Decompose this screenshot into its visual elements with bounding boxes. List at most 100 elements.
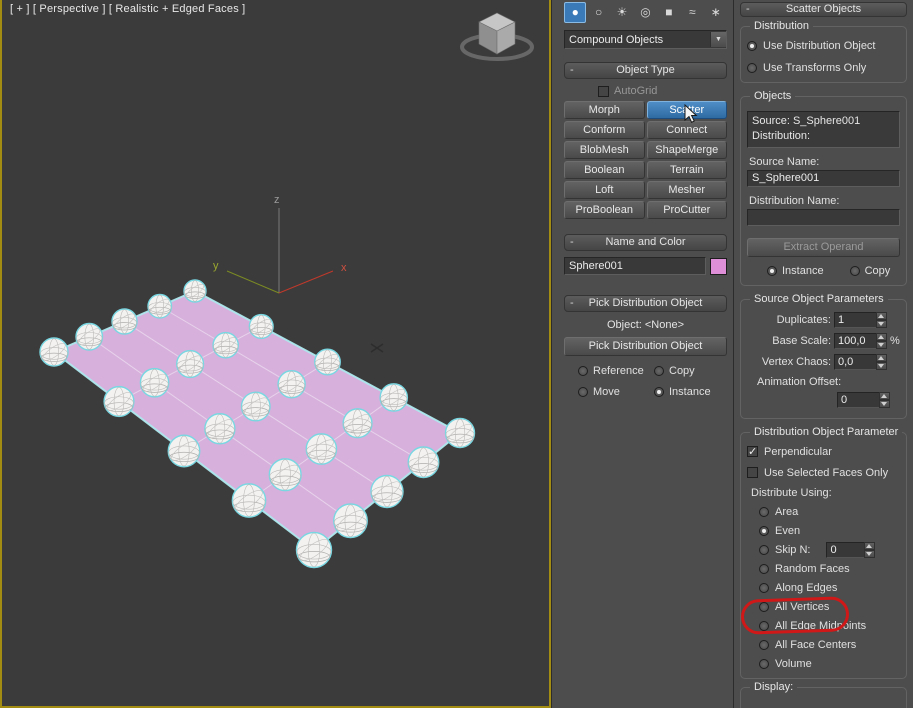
spinner-arrows-icon[interactable] <box>876 333 887 349</box>
geometry-icon[interactable]: ● <box>564 1 587 23</box>
radio-icon[interactable] <box>654 366 664 376</box>
scatter-sphere[interactable] <box>147 293 173 319</box>
animation-offset-spinner[interactable]: 0 <box>837 392 890 408</box>
autogrid-row[interactable]: AutoGrid <box>598 84 727 98</box>
scatter-sphere[interactable] <box>444 417 476 449</box>
scatter-sphere[interactable] <box>314 348 341 376</box>
radio-icon[interactable] <box>759 525 769 536</box>
mesher-button[interactable]: Mesher <box>646 181 727 199</box>
viewport-label[interactable]: [ + ] [ Perspective ] [ Realistic + Edge… <box>10 3 245 15</box>
scatter-sphere[interactable] <box>204 413 236 445</box>
helpers-icon[interactable]: ■ <box>658 2 680 23</box>
radio-icon[interactable] <box>654 387 664 397</box>
scatter-sphere[interactable] <box>248 313 274 340</box>
move-option[interactable]: Move <box>578 386 654 398</box>
scatter-sphere[interactable] <box>139 367 170 398</box>
scatter-sphere[interactable] <box>176 349 205 379</box>
radio-icon[interactable] <box>759 582 769 593</box>
blobmesh-button[interactable]: BlobMesh <box>564 141 645 159</box>
extract-operand-button[interactable]: Extract Operand <box>747 238 900 257</box>
chevron-down-icon[interactable]: ▼ <box>710 32 726 47</box>
scatter-sphere[interactable] <box>277 370 306 399</box>
scatter-objects-rollout-header[interactable]: - Scatter Objects <box>740 2 907 17</box>
scatter-sphere[interactable] <box>39 337 69 367</box>
spinner-arrows-icon[interactable] <box>864 541 876 558</box>
base-scale-value[interactable]: 100,0 <box>834 333 876 349</box>
object-category-dropdown[interactable]: Compound Objects ▼ <box>564 30 727 49</box>
scatter-scene[interactable] <box>39 279 476 569</box>
scatter-sphere[interactable] <box>295 531 333 569</box>
duplicates-value[interactable]: 1 <box>834 312 876 328</box>
object-type-rollout-header[interactable]: - Object Type <box>564 62 727 79</box>
autogrid-checkbox[interactable] <box>598 85 609 97</box>
scatter-sphere[interactable] <box>75 322 104 351</box>
operands-list[interactable]: Source: S_Sphere001 Distribution: <box>747 111 900 148</box>
scatter-sphere[interactable] <box>342 408 373 439</box>
systems-icon[interactable]: ∗ <box>705 2 727 23</box>
instance-option[interactable]: Instance <box>767 265 824 277</box>
distribute-option-random-faces[interactable]: Random Faces <box>759 562 900 575</box>
distribute-option-along-edges[interactable]: Along Edges <box>759 581 900 594</box>
reference-option[interactable]: Reference <box>578 365 654 377</box>
scatter-sphere[interactable] <box>183 279 207 303</box>
copy-option[interactable]: Copy <box>849 265 890 277</box>
scatter-sphere[interactable] <box>333 503 368 539</box>
viewcube[interactable] <box>460 12 534 61</box>
radio-icon[interactable] <box>767 266 777 276</box>
radio-icon[interactable] <box>578 366 588 376</box>
checkbox-icon[interactable] <box>747 467 758 478</box>
instance-option[interactable]: Instance <box>654 386 727 398</box>
distribute-option-area[interactable]: Area <box>759 505 900 518</box>
scatter-sphere[interactable] <box>379 383 409 412</box>
boolean-button[interactable]: Boolean <box>564 161 645 179</box>
scatter-sphere[interactable] <box>103 385 135 418</box>
shapemerge-button[interactable]: ShapeMerge <box>646 141 727 159</box>
proboolean-button[interactable]: ProBoolean <box>564 201 645 219</box>
duplicates-spinner[interactable]: 1 <box>834 312 887 328</box>
morph-button[interactable]: Morph <box>564 101 645 119</box>
radio-icon[interactable] <box>747 62 757 73</box>
radio-icon[interactable] <box>759 506 769 517</box>
scatter-sphere[interactable] <box>231 483 267 518</box>
space-warps-icon[interactable]: ≈ <box>681 2 703 23</box>
radio-icon[interactable] <box>747 40 757 51</box>
connect-button[interactable]: Connect <box>646 121 727 139</box>
radio-icon[interactable] <box>759 658 769 669</box>
source-name-field[interactable]: S_Sphere001 <box>747 170 900 187</box>
skip-n-spinner[interactable]: 0 <box>826 541 876 558</box>
scatter-sphere[interactable] <box>305 433 338 465</box>
scatter-sphere[interactable] <box>240 391 271 422</box>
distribute-option-all-face-centers[interactable]: All Face Centers <box>759 638 900 651</box>
radio-icon[interactable] <box>759 601 769 612</box>
list-item[interactable]: Source: S_Sphere001 <box>752 114 895 129</box>
loft-button[interactable]: Loft <box>564 181 645 199</box>
radio-icon[interactable] <box>759 620 769 631</box>
spinner-arrows-icon[interactable] <box>879 392 890 408</box>
pick-distribution-rollout-header[interactable]: - Pick Distribution Object <box>564 295 727 312</box>
perpendicular-option[interactable]: Perpendicular <box>747 445 900 458</box>
object-name-field[interactable]: Sphere001 <box>564 257 706 275</box>
radio-icon[interactable] <box>759 544 769 555</box>
radio-icon[interactable] <box>759 639 769 650</box>
copy-option[interactable]: Copy <box>654 365 727 377</box>
viewport-canvas[interactable]: z y x <box>2 0 551 706</box>
animation-offset-value[interactable]: 0 <box>837 392 879 408</box>
vertex-chaos-value[interactable]: 0,0 <box>834 354 876 370</box>
distribute-option-even[interactable]: Even <box>759 524 900 537</box>
object-color-swatch[interactable] <box>710 257 727 275</box>
checkbox-icon[interactable] <box>747 445 758 458</box>
scatter-sphere[interactable] <box>212 331 240 359</box>
distribute-option-all-vertices[interactable]: All Vertices <box>759 600 900 613</box>
perspective-viewport[interactable]: z y x [ + ] [ Perspective ] [ Realistic … <box>0 0 551 708</box>
spinner-arrows-icon[interactable] <box>876 312 887 328</box>
scatter-sphere[interactable] <box>370 474 404 509</box>
radio-icon[interactable] <box>849 266 860 276</box>
scatter-sphere[interactable] <box>268 458 302 492</box>
cameras-icon[interactable]: ◎ <box>634 2 656 23</box>
lights-icon[interactable]: ☀ <box>611 2 633 23</box>
use-distribution-object-option[interactable]: Use Distribution Object <box>747 39 900 52</box>
shapes-icon[interactable]: ○ <box>587 2 609 23</box>
skip-n-value[interactable]: 0 <box>826 541 865 558</box>
radio-icon[interactable] <box>759 563 769 574</box>
pick-distribution-object-button[interactable]: Pick Distribution Object <box>564 337 727 356</box>
